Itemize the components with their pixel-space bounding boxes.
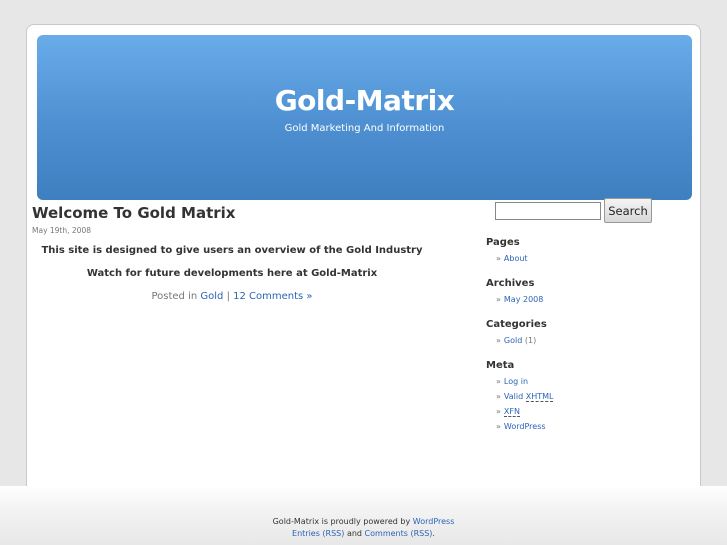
- sidebar-link-category-gold[interactable]: Gold: [504, 336, 522, 345]
- list-item: » About: [496, 254, 656, 264]
- widget-categories: Categories » Gold (1): [486, 319, 656, 346]
- site-header: Gold-Matrix Gold Marketing And Informati…: [37, 35, 692, 200]
- sidebar-link-login[interactable]: Log in: [504, 377, 528, 386]
- sidebar-link-about[interactable]: About: [504, 254, 528, 263]
- search-input[interactable]: [495, 201, 601, 220]
- post-date: May 19th, 2008: [32, 226, 91, 235]
- bullet-icon: »: [496, 377, 501, 386]
- widget-categories-heading: Categories: [486, 319, 547, 330]
- sidebar-link-wordpress[interactable]: WordPress: [504, 422, 546, 431]
- site-title-link[interactable]: Gold-Matrix: [37, 84, 692, 117]
- footer-comments-rss-link[interactable]: Comments (RSS): [365, 529, 433, 538]
- bullet-icon: »: [496, 295, 501, 304]
- list-item: » WordPress: [496, 422, 656, 432]
- widget-pages: Pages » About: [486, 237, 656, 264]
- site-description: Gold Marketing And Information: [284, 123, 445, 134]
- widget-pages-heading: Pages: [486, 237, 520, 248]
- post-metadata: Posted in Gold | 12 Comments »: [32, 291, 432, 302]
- post-title-link[interactable]: Welcome To Gold Matrix: [32, 204, 432, 222]
- bullet-icon: »: [496, 392, 501, 401]
- list-item: » Valid XHTML: [496, 392, 656, 402]
- search-form: Search: [486, 198, 656, 223]
- sidebar: Search Pages » About Archives » May 2008 C…: [486, 198, 656, 437]
- xfn-abbr: XFN: [503, 407, 520, 417]
- sidebar-link-archive-may-2008[interactable]: May 2008: [504, 295, 543, 304]
- footer-entries-rss-link[interactable]: Entries (RSS): [292, 529, 344, 538]
- post-entry: This site is designed to give users an o…: [32, 245, 432, 279]
- footer-period: .: [432, 529, 435, 538]
- category-count: (1): [524, 336, 537, 345]
- sidebar-link-xfn[interactable]: XFN: [503, 407, 520, 417]
- bullet-icon: »: [496, 254, 501, 263]
- post-paragraph-2: Watch for future developments here at Go…: [86, 268, 378, 279]
- post-paragraph-1: This site is designed to give users an o…: [41, 245, 423, 256]
- list-item: » XFN: [496, 407, 656, 417]
- xhtml-abbr: XHTML: [525, 392, 554, 402]
- widget-archives: Archives » May 2008: [486, 278, 656, 305]
- post-comments-link[interactable]: 12 Comments »: [233, 291, 312, 302]
- posted-in-label: Posted in: [151, 291, 198, 302]
- list-item: » May 2008: [496, 295, 656, 305]
- meta-separator: |: [226, 291, 230, 302]
- sidebar-link-valid-xhtml[interactable]: Valid XHTML: [504, 392, 554, 402]
- widget-meta-heading: Meta: [486, 360, 515, 371]
- bullet-icon: »: [496, 336, 501, 345]
- widget-meta: Meta » Log in » Valid XHTML » XFN » WordPres…: [486, 360, 656, 432]
- search-button[interactable]: Search: [604, 198, 652, 223]
- bullet-icon: »: [496, 422, 501, 431]
- footer-wordpress-link[interactable]: WordPress: [413, 517, 455, 526]
- post-category-link[interactable]: Gold: [200, 291, 223, 302]
- site-footer: Gold-Matrix is proudly powered by WordPr…: [0, 486, 727, 545]
- widget-archives-heading: Archives: [486, 278, 535, 289]
- main-content: Welcome To Gold Matrix May 19th, 2008 Th…: [32, 204, 432, 302]
- valid-label: Valid: [503, 392, 524, 401]
- footer-powered-by: Gold-Matrix is proudly powered by: [272, 517, 411, 526]
- bullet-icon: »: [496, 407, 501, 416]
- list-item: » Log in: [496, 377, 656, 387]
- footer-and: and: [346, 529, 362, 538]
- list-item: » Gold (1): [496, 336, 656, 346]
